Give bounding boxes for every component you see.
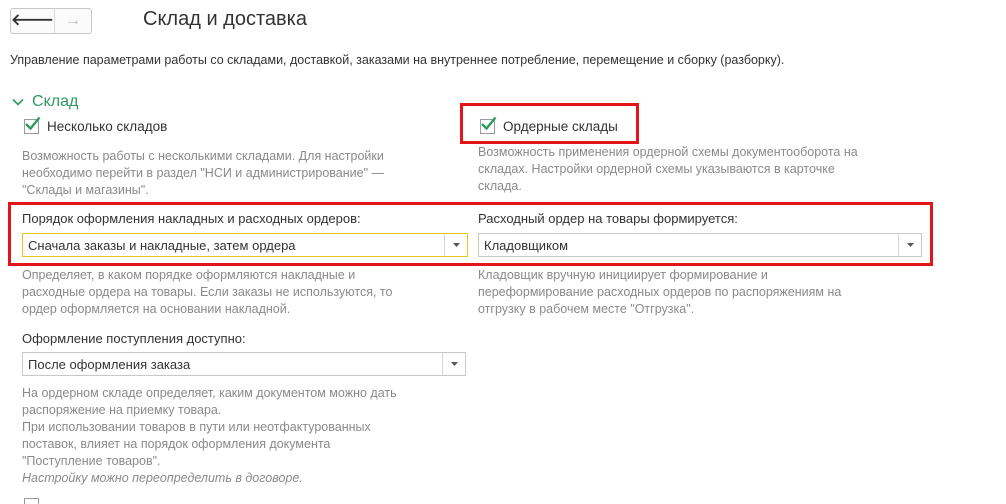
back-button[interactable]: 🡐 (11, 9, 55, 33)
receipt-note: Настройку можно переопределить в договор… (22, 471, 303, 485)
page-description: Управление параметрами работы со складам… (10, 53, 785, 67)
checkmark-icon (25, 116, 41, 131)
receipt-select[interactable]: После оформления заказа (22, 352, 466, 376)
navigation-buttons: 🡐 → (10, 8, 92, 34)
receipt-label: Оформление поступления доступно: (22, 331, 246, 346)
documents-order-hint: Определяет, в каком порядке оформляются … (22, 268, 393, 316)
chevron-down-icon (450, 362, 458, 366)
section-header-warehouse[interactable]: Склад (12, 93, 78, 111)
expense-order-hint: Кладовщик вручную инициирует формировани… (478, 268, 842, 316)
order-warehouses-hint: Возможность применения ордерной схемы до… (478, 145, 858, 193)
multiple-warehouses-hint: Возможность работы с несколькими складам… (22, 149, 384, 197)
multiple-warehouses-option: Несколько складов (24, 116, 168, 134)
arrow-right-icon: → (64, 12, 81, 29)
highlight-order-settings (8, 202, 933, 266)
section-title: Склад (32, 93, 79, 110)
highlight-order-warehouses (460, 103, 639, 144)
arrow-left-icon: 🡐 (11, 12, 54, 29)
receipt-hint: На ордерном складе определяет, каким док… (22, 385, 462, 487)
multiple-warehouses-label: Несколько складов (47, 119, 168, 134)
chevron-down-icon (12, 98, 24, 106)
page-title: Склад и доставка (143, 8, 307, 30)
settings-page: 🡐 → Склад и доставка Управление параметр… (0, 0, 1006, 504)
forward-button[interactable]: → (55, 9, 91, 33)
multiple-warehouses-checkbox[interactable] (24, 116, 41, 134)
next-option-checkbox[interactable] (24, 498, 39, 504)
dropdown-button[interactable] (442, 353, 465, 375)
receipt-value: После оформления заказа (28, 356, 191, 372)
